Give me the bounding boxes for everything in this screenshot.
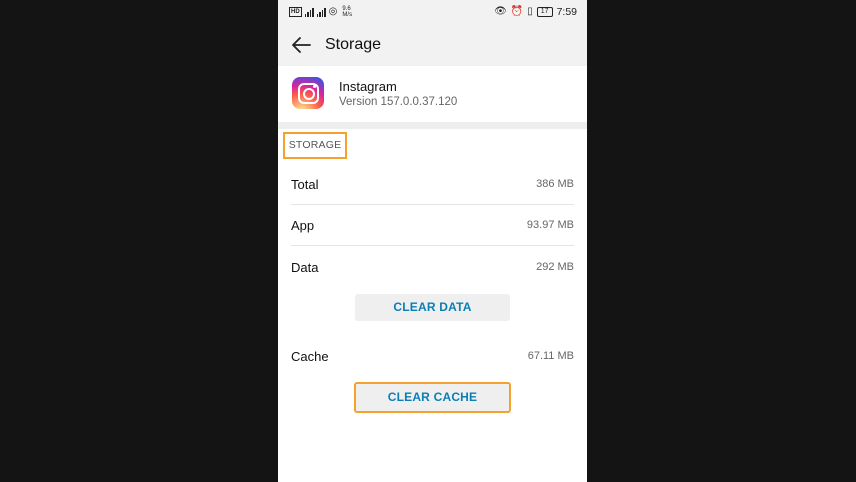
network-speed: 9.6 M/s xyxy=(342,6,352,18)
status-time: 7:59 xyxy=(556,6,577,18)
status-bar: HD ◎ 9.6 M/s 👁 ⏰ ▯ 17 7:59 xyxy=(278,0,587,24)
row-label: App xyxy=(291,218,315,233)
app-bar: Storage xyxy=(278,24,587,66)
eye-comfort-icon: 👁 xyxy=(494,6,507,17)
app-info: Instagram Version 157.0.0.37.120 xyxy=(278,66,587,122)
signal-icon xyxy=(304,7,314,17)
status-left: HD ◎ 9.6 M/s xyxy=(289,6,352,18)
storage-section-header: STORAGE xyxy=(283,132,347,159)
row-label: Data xyxy=(291,260,319,275)
battery-icon: 17 xyxy=(536,7,553,17)
network-badge: HD xyxy=(289,7,302,17)
clear-cache-button[interactable]: CLEAR CACHE xyxy=(354,382,511,413)
app-name: Instagram xyxy=(339,79,397,94)
row-value: 386 MB xyxy=(536,178,574,190)
phone-screen: HD ◎ 9.6 M/s 👁 ⏰ ▯ 17 7:59 Storage Insta… xyxy=(278,0,587,482)
clear-data-button[interactable]: CLEAR DATA xyxy=(355,294,510,321)
status-right: 👁 ⏰ ▯ 17 7:59 xyxy=(494,6,577,18)
row-value: 93.97 MB xyxy=(526,219,574,231)
storage-row-cache: Cache 67.11 MB xyxy=(291,336,574,376)
row-divider xyxy=(291,245,574,246)
speed-unit: M/s xyxy=(342,12,353,18)
storage-row-app: App 93.97 MB xyxy=(291,205,574,245)
row-value: 67.11 MB xyxy=(527,350,574,362)
storage-row-data: Data 292 MB xyxy=(291,247,574,287)
hotspot-icon: ◎ xyxy=(328,6,338,17)
arrow-left-icon[interactable] xyxy=(290,35,312,55)
row-label: Total xyxy=(291,177,319,192)
vibrate-icon: ▯ xyxy=(527,6,533,17)
section-divider xyxy=(278,122,587,129)
alarm-icon: ⏰ xyxy=(510,6,524,17)
app-version: Version 157.0.0.37.120 xyxy=(339,96,458,108)
signal-icon-2 xyxy=(316,7,326,17)
instagram-icon xyxy=(292,77,324,109)
row-value: 292 MB xyxy=(536,261,574,273)
row-label: Cache xyxy=(291,349,329,364)
page-title: Storage xyxy=(325,36,382,53)
storage-row-total: Total 386 MB xyxy=(291,164,574,204)
